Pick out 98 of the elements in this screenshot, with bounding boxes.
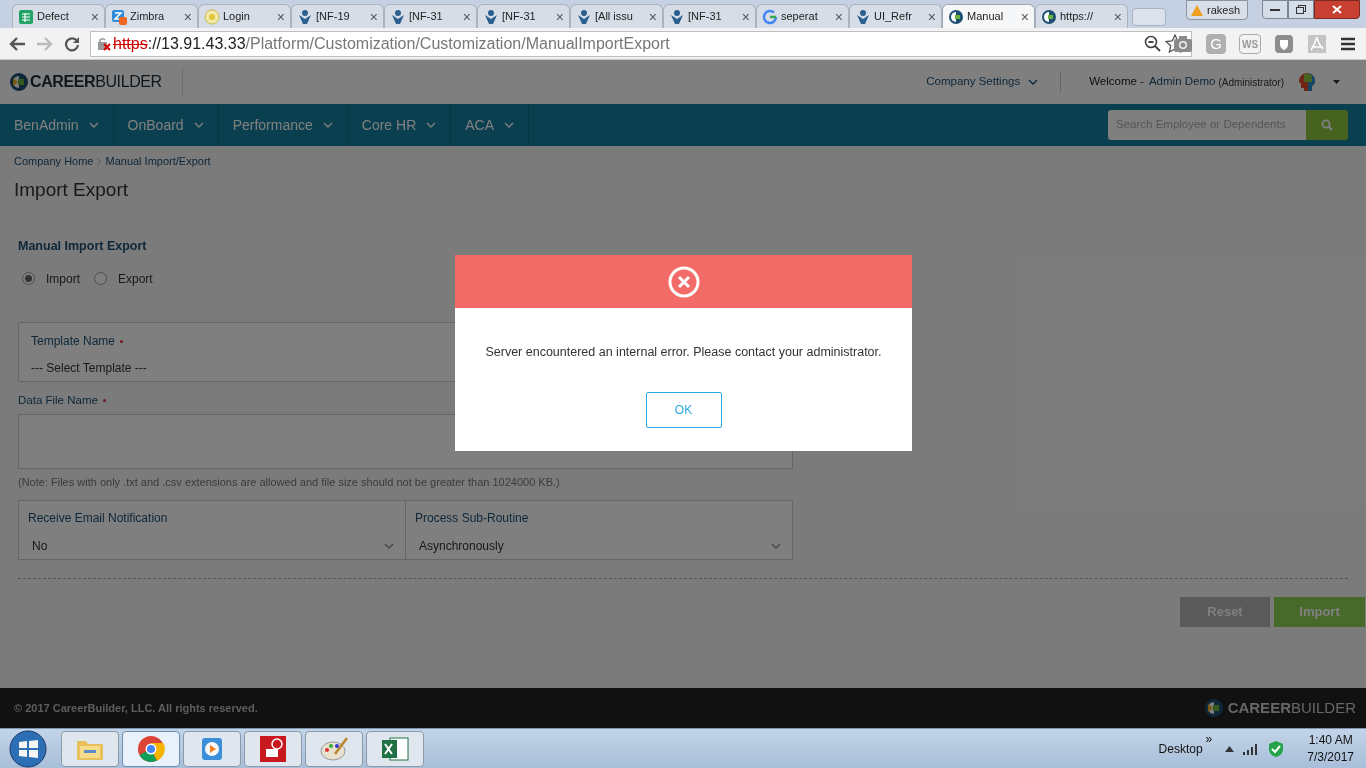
user-name-link[interactable]: Admin Demo [1148, 73, 1216, 91]
browser-tab[interactable]: [NF-31 × [477, 4, 570, 28]
search-icon [1321, 119, 1333, 131]
tab-close-button[interactable]: × [834, 9, 843, 24]
clock-time[interactable]: 1:40 AM [1308, 731, 1353, 749]
tab-close-button[interactable]: × [90, 9, 99, 24]
spreadsheet-app-icon [381, 735, 409, 762]
camera-icon[interactable] [1173, 35, 1193, 53]
chevron-down-icon [88, 122, 99, 128]
radio-button[interactable] [22, 272, 35, 286]
welcome-label: Welcome - [1089, 74, 1144, 90]
figure-icon [855, 8, 871, 25]
radio-label: Import [46, 270, 80, 288]
careerbuilder-logo [9, 72, 29, 92]
company-settings-menu[interactable]: Company Settings [926, 73, 1039, 91]
browser-tab[interactable]: Manual × [942, 4, 1035, 28]
role-label: (Administrator) [1218, 75, 1284, 90]
address-bar[interactable]: https://13.91.43.33/Platform/Customization/Customization/ManualImportExport [90, 30, 1192, 57]
radio-button[interactable] [94, 272, 107, 286]
globe-icon [204, 8, 220, 25]
taskbar-button[interactable] [183, 730, 241, 767]
restore-icon [1296, 5, 1306, 14]
logo-icon [948, 8, 964, 25]
dropdown-caret-icon[interactable] [1333, 80, 1340, 84]
error-icon [667, 265, 700, 298]
close-icon [1332, 5, 1342, 14]
tab-close-button[interactable]: × [927, 9, 936, 24]
tab-close-button[interactable]: × [183, 9, 192, 24]
reload-icon[interactable] [64, 35, 80, 52]
section-heading: Manual Import Export [18, 238, 148, 255]
browser-tab[interactable]: [NF-31 × [663, 4, 756, 28]
close-button[interactable] [1314, 0, 1360, 19]
browser-tab[interactable]: UI_Refr × [849, 4, 942, 28]
browser-tab[interactable]: https:// × [1035, 4, 1128, 28]
toolbar-expand[interactable]: » [1205, 730, 1213, 748]
google-icon [762, 8, 778, 25]
signal-icon[interactable] [1243, 742, 1260, 755]
shield-icon[interactable] [1274, 34, 1294, 54]
tab-close-button[interactable]: × [1020, 9, 1029, 24]
logo-text: CAREERBUILDER [1227, 697, 1356, 718]
careerbuilder-logo [1203, 698, 1224, 718]
chevron-down-icon [193, 122, 204, 128]
browser-tab[interactable]: [NF-31 × [384, 4, 477, 28]
figure-icon [390, 8, 406, 25]
browser-tab[interactable]: Defect × [12, 4, 105, 28]
start-button[interactable] [6, 729, 50, 768]
tab-close-button[interactable]: × [462, 9, 471, 24]
browser-tab[interactable]: seperat × [756, 4, 849, 28]
spreadsheet-icon [18, 8, 34, 25]
figure-icon [669, 8, 685, 25]
breadcrumb-link[interactable]: Company Home [14, 153, 94, 170]
figure-icon [576, 8, 592, 25]
logo-text: CAREERBUILDER [30, 72, 162, 92]
mail-app-icon [111, 8, 127, 25]
taskbar-button[interactable] [305, 730, 363, 767]
page-title: Import Export [14, 177, 130, 202]
breadcrumb-link[interactable]: Manual Import/Export [105, 153, 211, 170]
chevron-down-icon [322, 122, 333, 128]
paint-palette-icon [320, 735, 348, 762]
back-icon[interactable] [8, 35, 26, 52]
zoom-out-icon[interactable] [1144, 35, 1161, 52]
chevron-down-icon [1028, 79, 1039, 85]
minimize-button[interactable] [1262, 0, 1288, 19]
radio-label: Export [118, 270, 153, 288]
tab-close-button[interactable]: × [276, 9, 285, 24]
chrome-icon [137, 734, 165, 763]
browser-tab[interactable]: Login × [198, 4, 291, 28]
head-avatar-icon[interactable] [1298, 72, 1316, 92]
tab-close-button[interactable]: × [555, 9, 564, 24]
menu-icon[interactable] [1340, 37, 1356, 51]
taskbar-button[interactable] [366, 730, 424, 767]
warning-icon [1191, 4, 1203, 16]
file-note: (Note: Files with only .txt and .csv extensions are allowed and file size should not be greater than 1024000 KB.) [18, 475, 561, 490]
broken-lock-icon [97, 36, 111, 51]
chevron-down-icon [426, 122, 437, 128]
tab-close-button[interactable]: × [369, 9, 378, 24]
chevron-right-icon [97, 157, 102, 165]
desktop-toolbar[interactable]: Desktop [1158, 739, 1203, 758]
tray-arrow-icon[interactable] [1225, 745, 1235, 752]
logo-icon [1041, 8, 1057, 25]
figure-icon [483, 8, 499, 25]
taskbar-button[interactable] [244, 730, 302, 767]
tab-close-button[interactable]: × [1113, 9, 1122, 24]
shield-check-icon[interactable] [1268, 739, 1285, 758]
restore-button[interactable] [1288, 0, 1314, 19]
browser-tab[interactable]: [All issu × [570, 4, 663, 28]
copyright-text: © 2017 CareerBuilder, LLC. All rights reserved. [14, 700, 258, 716]
figure-icon [297, 8, 313, 25]
clock-date[interactable]: 7/3/2017 [1307, 748, 1354, 766]
browser-tab[interactable]: Zimbra × [105, 4, 198, 28]
browser-tab[interactable]: [NF-19 × [291, 4, 384, 28]
taskbar-button[interactable] [122, 730, 180, 767]
media-player-icon [199, 735, 225, 762]
tab-close-button[interactable]: × [648, 9, 657, 24]
tab-close-button[interactable]: × [741, 9, 750, 24]
profile-button[interactable]: rakesh [1186, 0, 1248, 20]
chevron-down-icon [504, 122, 515, 128]
remote-app-icon [259, 734, 287, 763]
